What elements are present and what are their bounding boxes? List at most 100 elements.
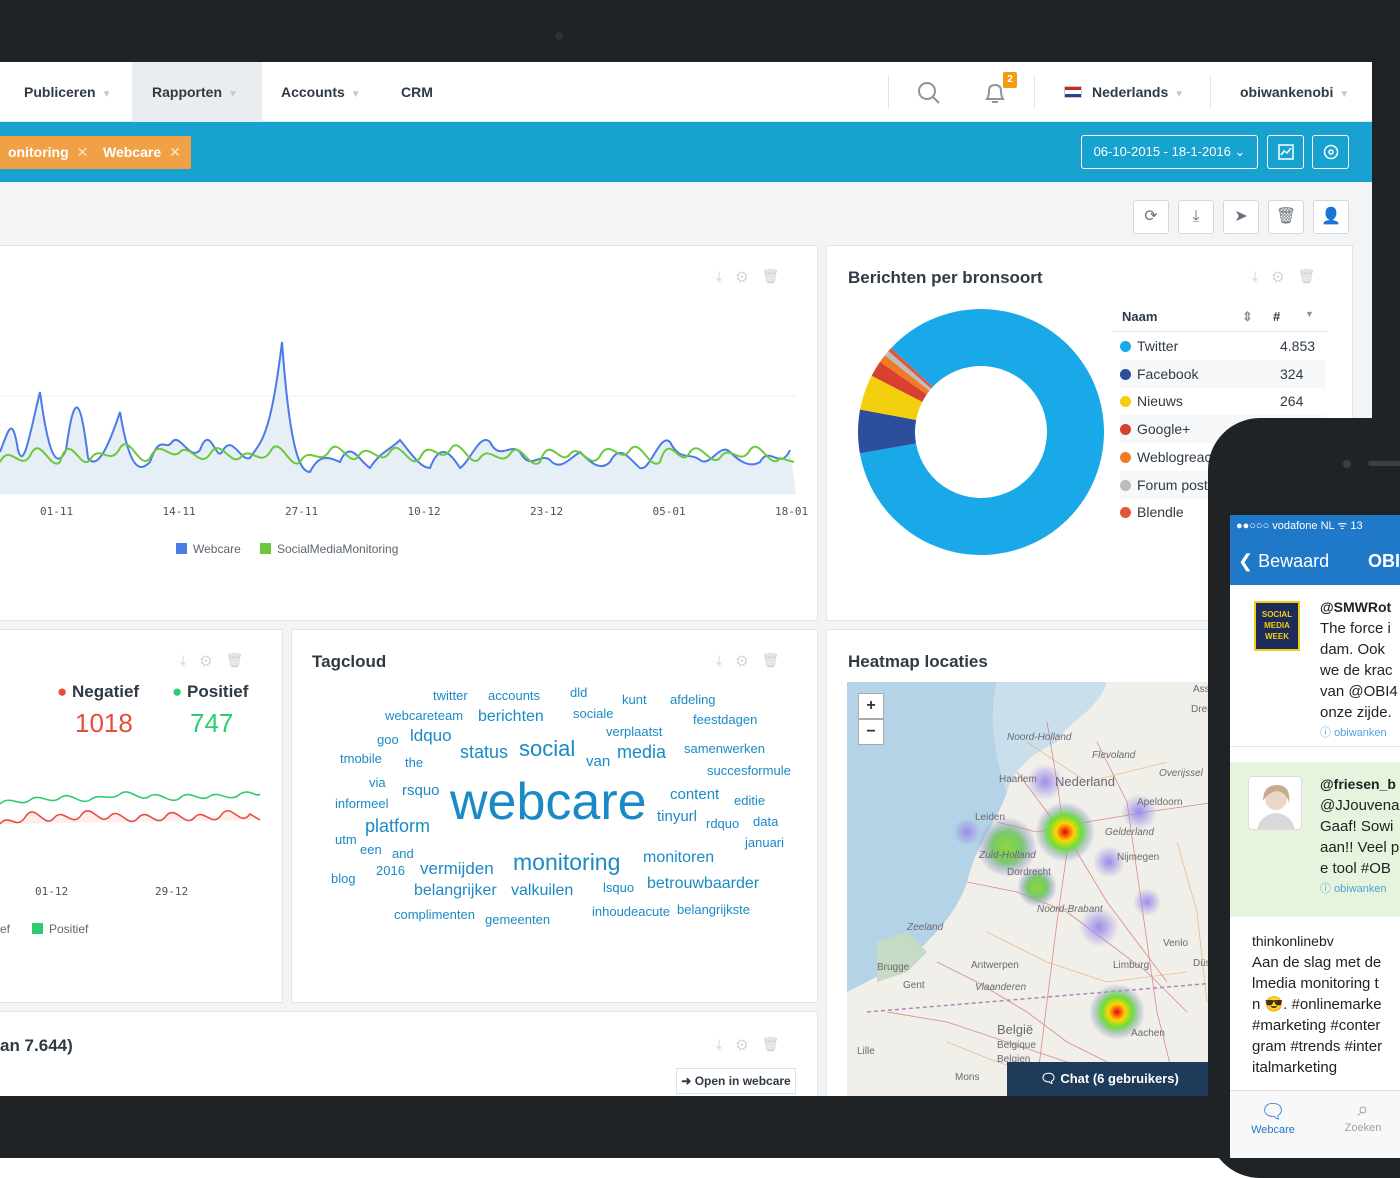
trash-icon[interactable]: 🗑 [1298,268,1330,284]
chat-bar[interactable]: 🗨 Chat (6 gebruikers) [1007,1062,1212,1096]
heatmap-map[interactable]: Noord-Holland Nederland Flevoland Overijsse… [847,682,1227,1096]
download-icon[interactable]: ⤓ [716,268,736,284]
tag-word[interactable]: verplaatst [606,724,662,739]
download-icon[interactable]: ⤓ [716,652,736,668]
message-item[interactable]: thinkonlinebv Aan de slag met de lmedia … [1230,927,1400,1087]
gear-icon[interactable]: ⚙ [736,652,761,668]
tag-word[interactable]: status [460,742,508,763]
tag-word[interactable]: accounts [488,688,540,703]
trash-icon[interactable]: 🗑 [762,268,794,284]
trash-icon[interactable]: 🗑 [762,1036,794,1052]
tag-word[interactable]: editie [734,793,765,808]
panel-actions[interactable]: ⤓⚙🗑 [716,268,793,285]
tag-word[interactable]: samenwerken [684,741,765,756]
tab-webcare[interactable]: 🗨 Webcare [1248,1099,1298,1136]
search-icon[interactable] [916,80,942,106]
open-in-webcare-button[interactable]: ➜ Open in webcare [676,1068,796,1094]
legend-item-negatief[interactable]: ef [0,922,10,936]
delete-button[interactable]: 🗑 [1268,200,1304,234]
tag-word[interactable]: complimenten [394,907,475,922]
user-menu[interactable]: obiwankenobi ▼ [1240,62,1360,122]
user-button[interactable]: 👤 [1313,200,1349,234]
legend-item-webcare[interactable]: Webcare [176,542,241,556]
tag-word[interactable]: inhoudeacute [592,904,670,919]
close-icon[interactable]: ✕ [77,144,89,160]
tag-word[interactable]: goo [377,732,399,747]
tag-word[interactable]: twitter [433,688,468,703]
panel-actions[interactable]: ⤓⚙🗑 [716,652,793,669]
gear-icon[interactable]: ⚙ [736,1036,761,1052]
refresh-button[interactable]: ⟳ [1133,200,1169,234]
panel-actions[interactable]: ⤓⚙🗑 [1252,268,1329,285]
tag-word[interactable]: succesformule [707,763,791,778]
legend-item-socialmediamonitoring[interactable]: SocialMediaMonitoring [260,542,398,556]
tag-word[interactable]: kunt [622,692,647,707]
chart-view-button[interactable] [1267,135,1304,169]
tag-word[interactable]: the [405,755,423,770]
download-button[interactable]: ⤓ [1178,200,1214,234]
tag-word[interactable]: gemeenten [485,912,550,927]
nav-accounts[interactable]: Accounts ▼ [281,62,381,122]
column-name-header[interactable]: Naam [1122,309,1157,324]
download-icon[interactable]: ⤓ [1252,268,1272,284]
tag-word[interactable]: rdquo [706,816,739,831]
tag-word[interactable]: belangrijkste [677,902,750,917]
download-icon[interactable]: ⤓ [180,652,200,668]
close-icon[interactable]: ✕ [169,144,181,160]
trash-icon[interactable]: 🗑 [226,652,258,668]
tag-word[interactable]: belangrijker [414,882,497,900]
tag-word[interactable]: 2016 [376,863,405,878]
tag-word[interactable]: betrouwbaarder [647,875,759,893]
table-row[interactable]: Twitter 4.853 [1120,332,1326,360]
tag-word[interactable]: platform [365,816,430,837]
tag-word[interactable]: berichten [478,708,544,726]
legend-item-positief[interactable]: Positief [32,922,88,936]
tag-word[interactable]: tmobile [340,751,382,766]
column-count-header[interactable]: # [1273,309,1280,324]
gear-icon[interactable]: ⚙ [736,268,761,284]
tag-word[interactable]: valkuilen [511,882,573,900]
sort-icon[interactable]: ⇕ [1242,309,1253,325]
panel-actions[interactable]: ⤓⚙🗑 [180,652,257,669]
tag-word[interactable]: vermijden [420,859,494,879]
filter-chip-monitoring[interactable]: onitoring ✕ [0,136,99,169]
nav-rapporten[interactable]: Rapporten ▼ [132,62,262,122]
tag-word[interactable]: monitoring [513,849,620,876]
panel-actions[interactable]: ⤓⚙🗑 [716,1036,793,1053]
tag-word[interactable]: blog [331,871,356,886]
tag-word[interactable]: feestdagen [693,712,757,727]
gear-icon[interactable]: ⚙ [200,652,225,668]
tag-word[interactable]: and [392,846,414,861]
back-button[interactable]: ❮ Bewaard [1238,537,1329,585]
tag-word[interactable]: webcare [450,772,647,832]
tag-word[interactable]: utm [335,832,357,847]
tag-word[interactable]: januari [745,835,784,850]
nav-crm[interactable]: CRM [401,62,451,122]
tag-word[interactable]: een [360,842,382,857]
message-item[interactable]: SOCIAL MEDIA WEEK @SMWRot The force i dam.… [1230,595,1400,747]
gear-icon[interactable]: ⚙ [1272,268,1297,284]
tag-word[interactable]: informeel [335,796,388,811]
zoom-out-button[interactable]: − [858,719,884,745]
tag-word[interactable]: content [670,786,719,803]
tag-word[interactable]: tinyurl [657,808,697,825]
tag-word[interactable]: van [586,753,610,770]
send-button[interactable]: ➤ [1223,200,1259,234]
tag-word[interactable]: lsquo [603,880,634,895]
nav-publiceren[interactable]: Publiceren ▼ [0,62,130,122]
tag-word[interactable]: data [753,814,778,829]
download-icon[interactable]: ⤓ [716,1036,736,1052]
tag-word[interactable]: via [369,775,386,790]
language-selector[interactable]: Nederlands ▼ [1092,62,1192,122]
message-item[interactable]: @friesen_b @JJouvena Gaaf! Sowi aan!! Ve… [1230,762,1400,917]
tag-word[interactable]: webcareteam [385,708,463,723]
tag-word[interactable]: sociale [573,706,613,721]
tab-zoeken[interactable]: ⌕ Zoeken [1338,1099,1388,1134]
filter-chip-webcare[interactable]: Webcare ✕ [93,136,191,169]
tag-word[interactable]: social [519,736,575,762]
tag-word[interactable]: rsquo [402,782,440,799]
tag-word[interactable]: ldquo [410,726,452,746]
zoom-in-button[interactable]: + [858,693,884,719]
tag-word[interactable]: media [617,742,666,763]
table-row[interactable]: Facebook 324 [1120,359,1326,388]
